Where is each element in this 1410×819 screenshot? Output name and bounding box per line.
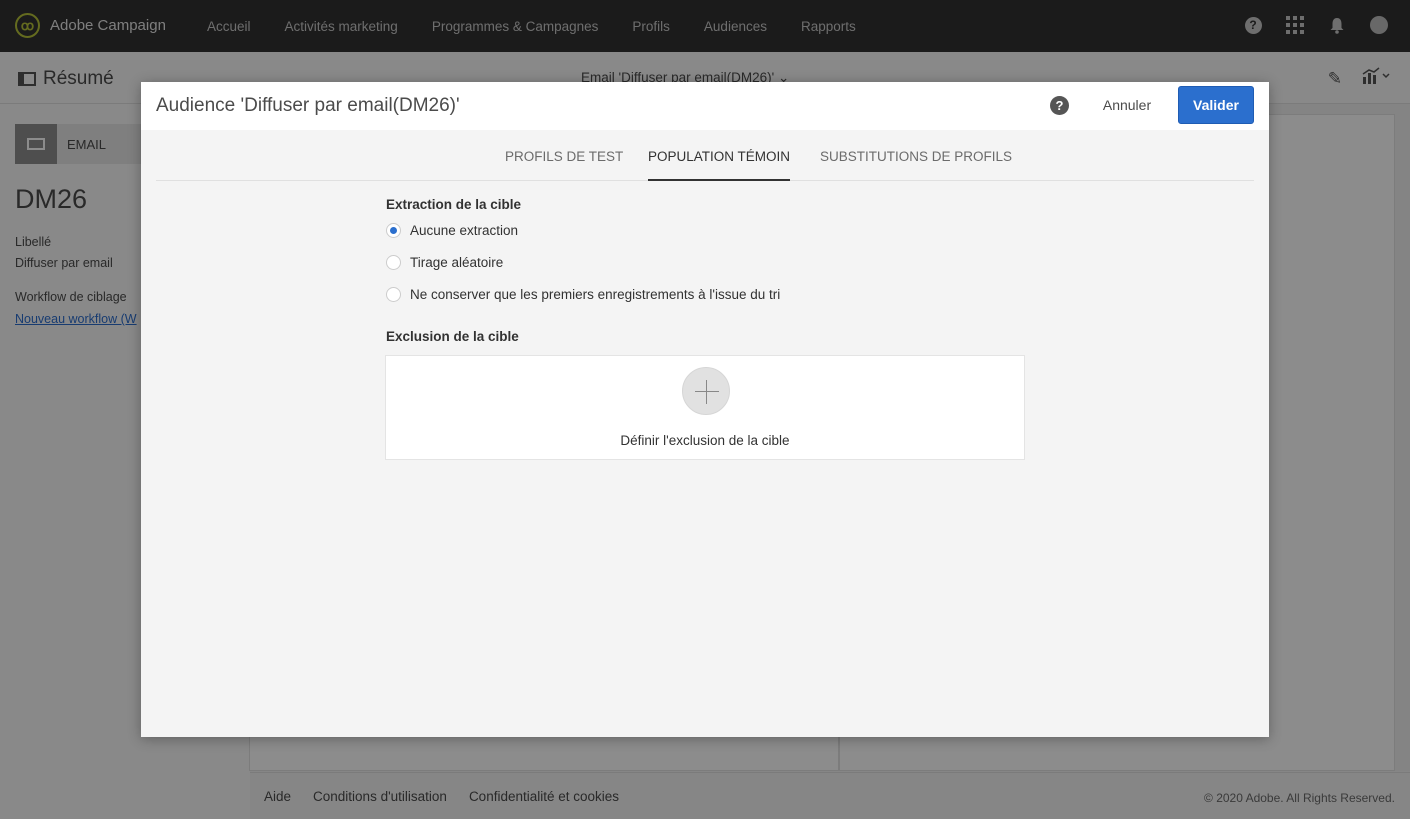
- define-exclusion-box[interactable]: Définir l'exclusion de la cible: [385, 355, 1025, 460]
- modal-header: Audience 'Diffuser par email(DM26)' ? An…: [141, 82, 1269, 130]
- radio-button[interactable]: [386, 223, 401, 238]
- extraction-title: Extraction de la cible: [386, 197, 522, 212]
- tab-profils-de-test[interactable]: PROFILS DE TEST: [505, 131, 623, 181]
- exclusion-title: Exclusion de la cible: [386, 329, 519, 344]
- tab-population-temoin[interactable]: POPULATION TÉMOIN: [648, 131, 791, 181]
- define-exclusion-label: Définir l'exclusion de la cible: [620, 433, 790, 448]
- radio-label: Aucune extraction: [410, 223, 519, 238]
- radio-premiers-enregistrements[interactable]: Ne conserver que les premiers enregistre…: [386, 287, 780, 302]
- modal-title: Audience 'Diffuser par email(DM26)': [156, 95, 460, 116]
- radio-button[interactable]: [386, 255, 401, 270]
- radio-label: Tirage aléatoire: [410, 255, 504, 270]
- plus-icon[interactable]: [682, 367, 730, 415]
- radio-aucune-extraction[interactable]: Aucune extraction: [386, 223, 518, 238]
- validate-button[interactable]: Valider: [1178, 86, 1254, 124]
- audience-modal: Audience 'Diffuser par email(DM26)' ? An…: [141, 82, 1269, 737]
- cancel-button[interactable]: Annuler: [1089, 86, 1165, 124]
- modal-tabs: PROFILS DE TEST POPULATION TÉMOIN SUBSTI…: [156, 131, 1254, 181]
- help-icon[interactable]: ?: [1050, 96, 1069, 115]
- tab-substitutions-de-profils[interactable]: SUBSTITUTIONS DE PROFILS: [820, 131, 1012, 181]
- radio-button[interactable]: [386, 287, 401, 302]
- radio-tirage-aleatoire[interactable]: Tirage aléatoire: [386, 255, 503, 270]
- radio-label: Ne conserver que les premiers enregistre…: [410, 287, 781, 302]
